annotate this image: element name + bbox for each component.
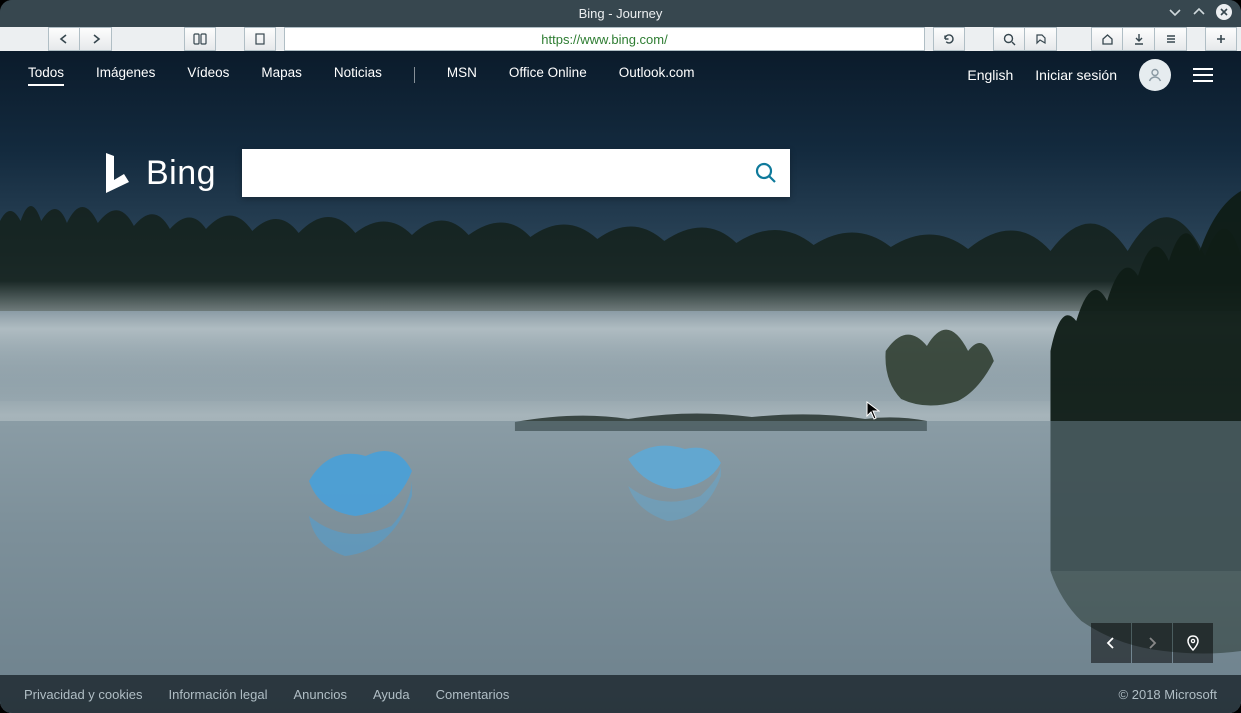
user-avatar[interactable]	[1139, 59, 1171, 91]
close-icon[interactable]	[1215, 3, 1233, 21]
carousel-next-button[interactable]	[1132, 623, 1172, 663]
search-toolbar-button[interactable]	[993, 27, 1025, 51]
arrow-down-icon[interactable]	[1167, 4, 1183, 20]
footer: Privacidad y cookies Información legal A…	[0, 675, 1241, 713]
footer-ads[interactable]: Anuncios	[294, 687, 347, 702]
footer-legal[interactable]: Información legal	[169, 687, 268, 702]
nav-links: Todos Imágenes Vídeos Mapas Noticias MSN…	[28, 65, 694, 86]
chevron-left-icon	[1104, 636, 1118, 650]
carousel-controls	[1091, 623, 1213, 663]
nav-mapas[interactable]: Mapas	[261, 65, 302, 86]
nav-todos[interactable]: Todos	[28, 65, 64, 86]
nav-outlook[interactable]: Outlook.com	[619, 65, 695, 86]
top-nav: Todos Imágenes Vídeos Mapas Noticias MSN…	[0, 51, 1241, 99]
footer-feedback[interactable]: Comentarios	[436, 687, 510, 702]
reader-button[interactable]	[184, 27, 216, 51]
tag-button[interactable]	[1025, 27, 1057, 51]
nav-separator	[414, 67, 415, 83]
search-input[interactable]	[242, 149, 742, 197]
user-icon	[1146, 66, 1164, 84]
address-bar[interactable]: https://www.bing.com/	[284, 27, 925, 51]
chevron-right-icon	[1145, 636, 1159, 650]
window-title: Bing - Journey	[579, 6, 663, 21]
reload-button[interactable]	[933, 27, 965, 51]
new-tab-button[interactable]	[1205, 27, 1237, 51]
search-icon	[754, 161, 778, 185]
bing-logo-icon	[100, 151, 136, 195]
footer-privacy[interactable]: Privacidad y cookies	[24, 687, 143, 702]
carousel-info-button[interactable]	[1173, 623, 1213, 663]
nav-videos[interactable]: Vídeos	[187, 65, 229, 86]
carousel-prev-button[interactable]	[1091, 623, 1131, 663]
shield-button[interactable]	[244, 27, 276, 51]
nav-imagenes[interactable]: Imágenes	[96, 65, 155, 86]
language-link[interactable]: English	[967, 67, 1013, 83]
bing-logo[interactable]: Bing	[100, 151, 216, 195]
url-text: https://www.bing.com/	[541, 32, 667, 47]
location-pin-icon	[1186, 635, 1200, 651]
downloads-button[interactable]	[1123, 27, 1155, 51]
hamburger-menu-icon[interactable]	[1193, 68, 1213, 82]
footer-copyright: © 2018 Microsoft	[1119, 687, 1217, 702]
signin-link[interactable]: Iniciar sesión	[1035, 67, 1117, 83]
footer-help[interactable]: Ayuda	[373, 687, 410, 702]
nav-msn[interactable]: MSN	[447, 65, 477, 86]
nav-noticias[interactable]: Noticias	[334, 65, 382, 86]
back-button[interactable]	[48, 27, 80, 51]
window-titlebar: Bing - Journey	[0, 0, 1241, 27]
search-box	[242, 149, 790, 197]
bing-logo-text: Bing	[146, 154, 216, 193]
nav-office-online[interactable]: Office Online	[509, 65, 587, 86]
home-button[interactable]	[1091, 27, 1123, 51]
menu-button[interactable]	[1155, 27, 1187, 51]
forward-button[interactable]	[80, 27, 112, 51]
browser-toolbar: https://www.bing.com/	[0, 27, 1241, 51]
arrow-up-icon[interactable]	[1191, 4, 1207, 20]
search-button[interactable]	[742, 149, 790, 197]
